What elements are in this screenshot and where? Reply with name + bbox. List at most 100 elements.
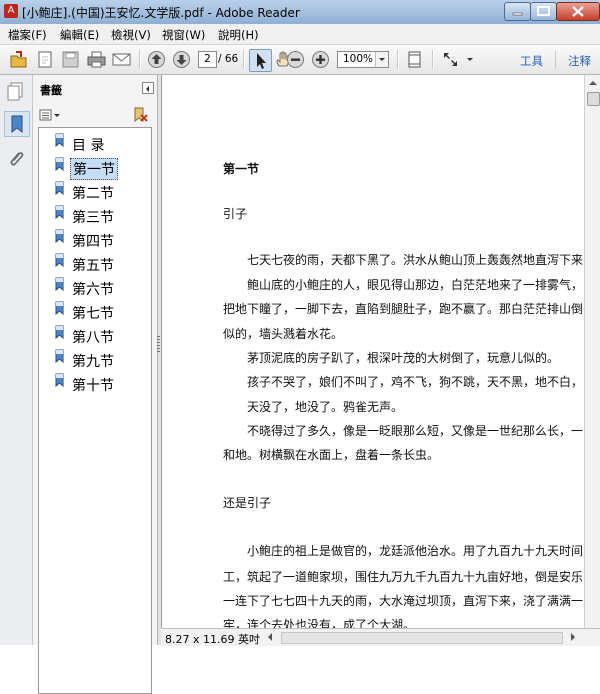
title-bar: A [小鲍庄].(中国)王安忆.文学版.pdf - Adobe Reader xyxy=(0,0,600,25)
zoom-value: 100% xyxy=(343,53,374,65)
navigation-pane-strip xyxy=(0,75,33,645)
paragraph-line: 一连下了七七四十九天的雨，大水淹过坝顶，直泻下来，浇了满满一 xyxy=(223,594,584,608)
chevron-down-icon[interactable] xyxy=(375,52,388,67)
bookmark-item[interactable]: 第八节 xyxy=(39,324,151,346)
paragraph-line: 天没了，地没了。鸦雀无声。 xyxy=(247,400,404,414)
zoom-out-button[interactable] xyxy=(285,49,306,70)
collapse-panel-button[interactable] xyxy=(142,82,154,94)
paperclip-icon xyxy=(10,152,24,166)
bookmark-item[interactable]: 第四节 xyxy=(39,228,151,250)
bookmark-label: 第七节 xyxy=(72,306,114,322)
close-button[interactable] xyxy=(556,2,600,21)
more-tools-dropdown[interactable] xyxy=(464,49,476,70)
toolbar-divider xyxy=(397,50,399,69)
paragraph-line: 把地下瞳了，一脚下去，直陷到腿肚子，跑不赢了。那白茫茫排山倒 xyxy=(223,302,584,316)
plus-circle-icon xyxy=(312,51,329,68)
toolbar: / 66 100% 工具 注释 xyxy=(0,45,600,75)
paragraph-line: 似的，墙头溅着水花。 xyxy=(223,327,344,341)
page-total: / 66 xyxy=(218,53,239,65)
open-folder-icon xyxy=(10,51,27,68)
bookmark-icon xyxy=(55,349,64,364)
paragraph-line: 和地。树横飘在水面上，盘着一条长虫。 xyxy=(223,448,440,462)
comment-link[interactable]: 注释 xyxy=(568,53,591,69)
menu-file[interactable]: 檔案(F) xyxy=(8,27,47,43)
bookmark-label: 第六节 xyxy=(72,282,114,298)
chevron-down-icon xyxy=(467,58,473,61)
attachments-button[interactable] xyxy=(4,147,28,171)
bookmarks-button[interactable] xyxy=(4,111,30,137)
bookmark-icon xyxy=(55,205,64,220)
menu-window[interactable]: 視窗(W) xyxy=(162,27,205,43)
window-title: [小鲍庄].(中国)王安忆.文学版.pdf - Adobe Reader xyxy=(22,6,300,20)
fit-page-button[interactable] xyxy=(404,49,425,70)
bookmark-item[interactable]: 第三节 xyxy=(39,204,151,226)
bookmark-label: 第八节 xyxy=(72,330,114,346)
bookmark-icon xyxy=(55,373,64,388)
minimize-icon xyxy=(512,12,523,16)
paragraph-line: 鲍山底的小鲍庄的人，眼见得山那边，白茫茫地来了一排雾气， xyxy=(247,278,584,292)
vertical-scrollbar[interactable] xyxy=(584,75,600,628)
bookmark-delete-icon xyxy=(134,107,148,122)
previous-page-button[interactable] xyxy=(146,49,167,70)
splitter-grip-icon[interactable] xyxy=(157,336,160,354)
section-heading: 第一节 xyxy=(223,162,260,176)
paragraph-line: 孩子不哭了，娘们不叫了，鸡不飞，狗不跳，天不黑，地不白， xyxy=(247,375,584,389)
paragraph-line: 茅顶泥底的房子趴了，根深叶茂的大树倒了，玩意儿似的。 xyxy=(247,351,560,365)
document-view[interactable]: 第一节 引子 七天七夜的雨，天都下黑了。洪水从鲍山顶上轰轰然地直泻下来， 鲍山底… xyxy=(161,75,585,628)
bookmark-item[interactable]: 第一节 xyxy=(39,156,151,180)
bookmark-icon xyxy=(55,157,64,172)
scroll-left-arrow-icon[interactable] xyxy=(263,630,277,644)
cursor-arrow-icon xyxy=(257,53,266,69)
bookmark-options-button[interactable] xyxy=(39,109,63,123)
email-button[interactable] xyxy=(111,49,132,70)
page-number-input[interactable] xyxy=(198,51,217,68)
bookmark-item[interactable]: 第五节 xyxy=(39,252,151,274)
maximize-icon xyxy=(537,6,550,16)
maximize-button[interactable] xyxy=(530,2,557,21)
bookmark-item[interactable]: 第十节 xyxy=(39,372,151,394)
create-button[interactable] xyxy=(35,49,56,70)
page-thumbnails-icon xyxy=(7,82,23,101)
zoom-in-button[interactable] xyxy=(310,49,331,70)
subheading: 引子 xyxy=(223,207,248,221)
menu-edit[interactable]: 編輯(E) xyxy=(60,27,99,43)
scrollbar-thumb[interactable] xyxy=(587,92,600,106)
adobe-reader-icon: A xyxy=(4,4,18,18)
save-button[interactable] xyxy=(60,49,81,70)
bookmarks-panel-title: 書籤 xyxy=(40,84,62,97)
toolbar-divider xyxy=(432,50,434,69)
bookmark-label: 第四节 xyxy=(72,234,114,250)
bookmark-label: 第三节 xyxy=(72,210,114,226)
scroll-up-arrow-icon[interactable] xyxy=(585,75,600,91)
options-menu-icon xyxy=(39,109,60,121)
delete-bookmark-button[interactable] xyxy=(131,106,149,124)
bookmark-item[interactable]: 第二节 xyxy=(39,180,151,202)
tools-link[interactable]: 工具 xyxy=(520,53,543,69)
bookmark-icon xyxy=(55,253,64,268)
horizontal-scrollbar[interactable] xyxy=(281,632,563,644)
print-button[interactable] xyxy=(86,49,107,70)
bookmark-list: 目 录 第一节 第二节 第三节 第四节 第五节 第六节 第七节 第八节 第九节 … xyxy=(38,127,152,694)
next-page-button[interactable] xyxy=(171,49,192,70)
bookmark-item[interactable]: 第七节 xyxy=(39,300,151,322)
bookmark-item[interactable]: 第六节 xyxy=(39,276,151,298)
expand-arrows-icon xyxy=(444,53,457,66)
bookmark-label: 第二节 xyxy=(72,186,114,202)
minus-circle-icon xyxy=(287,51,304,68)
scroll-right-arrow-icon[interactable] xyxy=(566,630,580,644)
select-tool-button[interactable] xyxy=(249,49,272,72)
bookmark-label: 第一节 xyxy=(70,158,118,180)
open-button[interactable] xyxy=(8,49,29,70)
menu-view[interactable]: 檢視(V) xyxy=(111,27,151,43)
full-screen-button[interactable] xyxy=(440,49,461,70)
bookmark-item[interactable]: 目 录 xyxy=(39,132,151,154)
bookmark-item[interactable]: 第九节 xyxy=(39,348,151,370)
page-thumbnails-button[interactable] xyxy=(4,80,28,104)
menu-help[interactable]: 說明(H) xyxy=(218,27,259,43)
envelope-icon xyxy=(112,53,131,66)
zoom-select[interactable]: 100% xyxy=(337,51,389,68)
bookmark-icon xyxy=(55,277,64,292)
minimize-button[interactable] xyxy=(504,2,531,21)
bookmark-label: 第五节 xyxy=(72,258,114,274)
bookmark-icon xyxy=(55,133,64,148)
